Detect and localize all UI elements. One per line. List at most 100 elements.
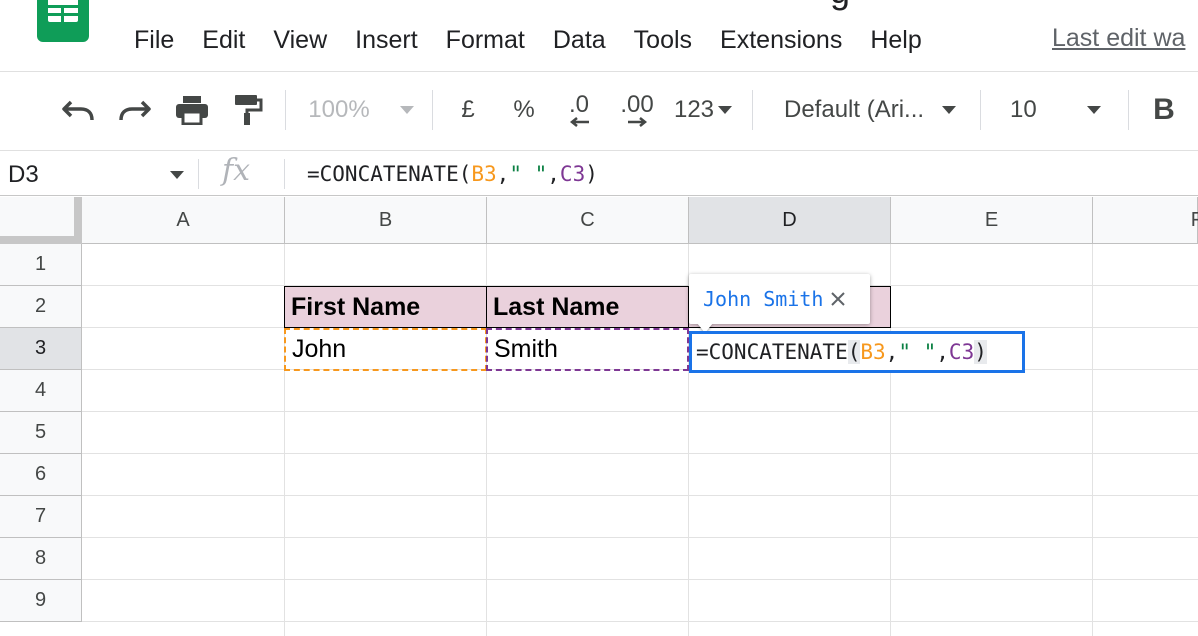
increase-decimal-label: .00	[620, 93, 653, 117]
menu-insert[interactable]: Insert	[341, 26, 432, 55]
editor-string: " "	[898, 340, 936, 364]
editor-ref-c3: C3	[949, 340, 974, 364]
toolbar-separator	[752, 90, 753, 130]
number-format-label: 123	[674, 96, 714, 124]
zoom-select[interactable]: 100%	[300, 90, 422, 130]
chevron-down-icon	[400, 106, 414, 114]
font-label: Default (Ari...	[784, 96, 924, 124]
column-header-e[interactable]: E	[891, 197, 1093, 244]
column-header-f-label: F	[1191, 209, 1198, 232]
toolbar-separator	[980, 90, 981, 130]
column-header-a[interactable]: A	[82, 197, 285, 244]
row-header-1[interactable]: 1	[0, 244, 82, 286]
gridline	[82, 621, 1198, 622]
bold-label: B	[1153, 93, 1175, 127]
redo-icon	[118, 96, 152, 124]
percent-label: %	[513, 96, 534, 124]
cell-c2[interactable]: Last Name	[486, 286, 689, 328]
chevron-down-icon	[942, 106, 956, 114]
row-header-2[interactable]: 2	[0, 286, 82, 328]
name-box[interactable]: D3	[8, 161, 39, 189]
menu-data[interactable]: Data	[539, 26, 620, 55]
gridline	[82, 453, 1198, 454]
toolbar-separator	[285, 90, 286, 130]
sheets-logo-icon	[48, 0, 78, 22]
row-header-4[interactable]: 4	[0, 370, 82, 412]
formula-comma: ,	[497, 162, 510, 186]
cell-b3[interactable]: John	[284, 328, 487, 371]
chevron-down-icon[interactable]	[170, 171, 184, 179]
number-format-select[interactable]: 123	[670, 90, 736, 130]
undo-icon	[61, 96, 95, 124]
font-select[interactable]: Default (Ari...	[784, 90, 964, 130]
print-button[interactable]	[172, 90, 212, 130]
tooltip-preview: John Smith	[703, 287, 823, 311]
formula-ref-c3: C3	[560, 162, 585, 186]
menu-format[interactable]: Format	[432, 26, 539, 55]
cell-editor-d3[interactable]: =CONCATENATE(B3," ",C3)	[689, 331, 1025, 373]
cell-b2[interactable]: First Name	[284, 286, 487, 328]
row-header-7[interactable]: 7	[0, 496, 82, 538]
cell-c3[interactable]: Smith	[486, 328, 689, 371]
menu-extensions[interactable]: Extensions	[706, 26, 856, 55]
menu-tools[interactable]: Tools	[620, 26, 706, 55]
menu-file[interactable]: File	[120, 26, 188, 55]
fx-icon: fx	[222, 153, 250, 188]
paint-format-button[interactable]	[228, 90, 268, 130]
font-size-label: 10	[1010, 96, 1037, 124]
arrow-right-icon	[626, 117, 648, 127]
currency-format-button[interactable]: £	[450, 90, 486, 130]
toolbar-separator	[1128, 90, 1129, 130]
gridline	[1092, 244, 1093, 636]
bold-button[interactable]: B	[1146, 90, 1182, 130]
frozen-row-handle[interactable]	[0, 236, 82, 244]
column-header-b[interactable]: B	[285, 197, 487, 244]
close-icon[interactable]	[831, 292, 845, 306]
gridline	[82, 579, 1198, 580]
formula-bar-separator	[198, 159, 199, 189]
column-header-d[interactable]: D	[689, 197, 891, 244]
sheets-logo[interactable]	[37, 0, 89, 42]
redo-button[interactable]	[115, 90, 155, 130]
row-header-5[interactable]: 5	[0, 412, 82, 454]
gridline	[82, 495, 1198, 496]
font-size-select[interactable]: 10	[1010, 90, 1114, 130]
gridline	[82, 537, 1198, 538]
toolbar: 100% £ % .0 .00 123 Default (Ari... 10 B	[0, 72, 1198, 148]
menu-help[interactable]: Help	[856, 26, 935, 55]
last-edit-link[interactable]: Last edit wa	[1052, 24, 1185, 53]
editor-open-paren: (	[848, 340, 861, 364]
column-header-c[interactable]: C	[487, 197, 689, 244]
editor-comma: ,	[936, 340, 949, 364]
row-header-6[interactable]: 6	[0, 454, 82, 496]
column-header-f[interactable]: F	[1093, 197, 1198, 244]
row-header-9[interactable]: 9	[0, 580, 82, 622]
formula-input[interactable]: =CONCATENATE(B3," ",C3)	[307, 162, 598, 186]
formula-bar: D3 fx =CONCATENATE(B3," ",C3)	[0, 150, 1198, 196]
zoom-value: 100%	[308, 96, 369, 124]
document-title[interactable]: g	[830, 0, 850, 12]
undo-button[interactable]	[58, 90, 98, 130]
menu-edit[interactable]: Edit	[188, 26, 259, 55]
paint-format-icon	[233, 94, 263, 126]
toolbar-separator	[432, 90, 433, 130]
gridline	[82, 411, 1198, 412]
row-header-8[interactable]: 8	[0, 538, 82, 580]
increase-decimal-button[interactable]: .00	[614, 90, 660, 130]
decrease-decimal-button[interactable]: .0	[558, 90, 600, 130]
spreadsheet-grid: A B C D E F 1 2 3 4 5 6 7 8 9 First Name…	[0, 197, 1198, 636]
print-icon	[175, 95, 209, 125]
formula-function: =CONCATENATE(	[307, 162, 471, 186]
row-header-3[interactable]: 3	[0, 328, 82, 370]
percent-format-button[interactable]: %	[506, 90, 542, 130]
chevron-down-icon	[718, 106, 732, 114]
formula-bar-separator	[284, 159, 285, 189]
formula-string: " "	[509, 162, 547, 186]
decrease-decimal-label: .0	[569, 93, 589, 117]
currency-label: £	[461, 96, 474, 124]
editor-ref-b3: B3	[860, 340, 885, 364]
menu-view[interactable]: View	[259, 26, 341, 55]
menu-bar: File Edit View Insert Format Data Tools …	[120, 22, 936, 58]
formula-close-paren: )	[585, 162, 598, 186]
formula-ref-b3: B3	[471, 162, 496, 186]
